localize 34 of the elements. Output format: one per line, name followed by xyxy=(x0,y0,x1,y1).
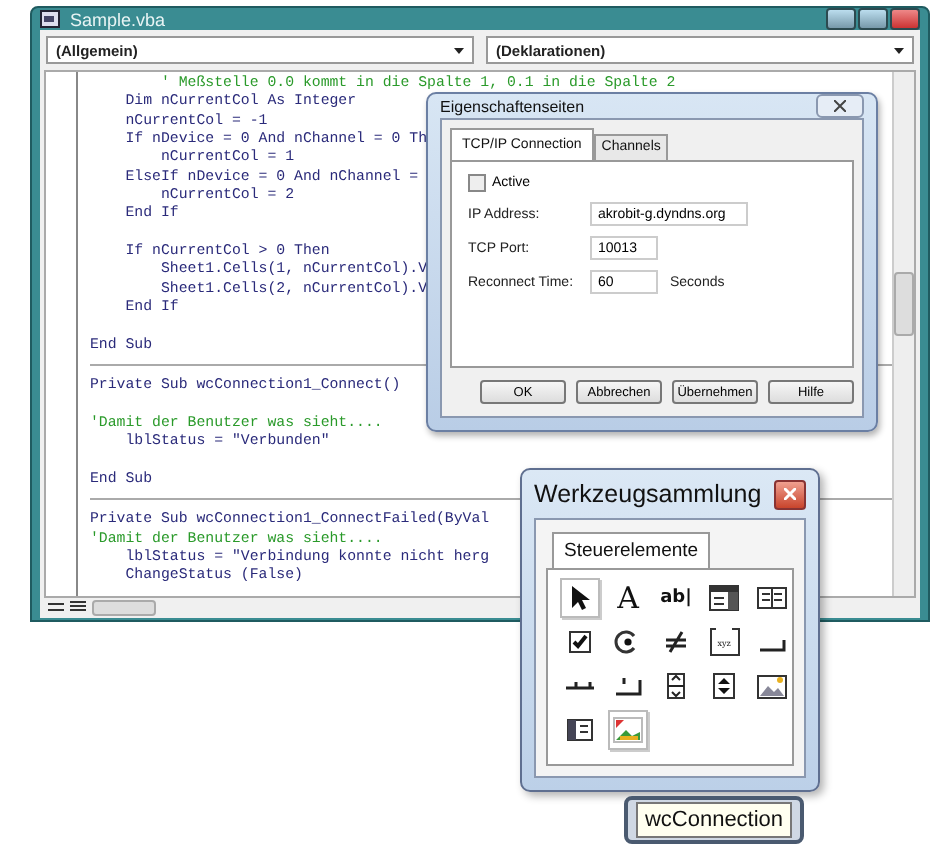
close-button[interactable] xyxy=(816,94,864,118)
list-box-icon xyxy=(756,584,788,612)
window-title: Sample.vba xyxy=(70,9,168,29)
minimize-button[interactable] xyxy=(826,8,856,30)
close-icon xyxy=(834,100,846,112)
document-icon xyxy=(40,10,60,28)
close-button[interactable] xyxy=(774,479,806,509)
dialog-title: Eigenschaftenseiten xyxy=(440,97,585,115)
custom-control-icon xyxy=(612,716,644,744)
toolbox-title: Werkzeugsammlung xyxy=(534,480,762,508)
close-button[interactable] xyxy=(890,8,920,30)
tab-strip-icon xyxy=(566,682,594,690)
procedure-view-icon xyxy=(48,600,64,615)
close-icon xyxy=(784,488,796,500)
dropdown-arrow-icon xyxy=(894,47,904,53)
tool-button[interactable] xyxy=(560,578,600,618)
toggle-button-icon xyxy=(660,628,692,656)
ref-edit-icon xyxy=(564,716,596,744)
maximize-button[interactable] xyxy=(858,8,888,30)
horizontal-scrollbar[interactable] xyxy=(92,599,156,616)
multipage-icon xyxy=(612,672,644,700)
active-checkbox[interactable] xyxy=(468,174,486,192)
glyph-icon: ab| xyxy=(660,589,692,607)
tooltip-text: wcConnection xyxy=(636,802,792,838)
dropdown-arrow-icon xyxy=(454,47,464,53)
vertical-scrollbar[interactable] xyxy=(892,72,914,596)
spin-button-icon xyxy=(708,672,740,700)
image-icon xyxy=(756,672,788,700)
toolbox-tab[interactable]: Steuerelemente xyxy=(552,532,711,568)
glyph-icon: A xyxy=(617,583,639,613)
checkbox-icon xyxy=(564,628,596,656)
arrow-pointer-icon xyxy=(570,584,590,612)
full-module-view-icon xyxy=(70,600,86,615)
combo-box-icon xyxy=(708,584,740,612)
